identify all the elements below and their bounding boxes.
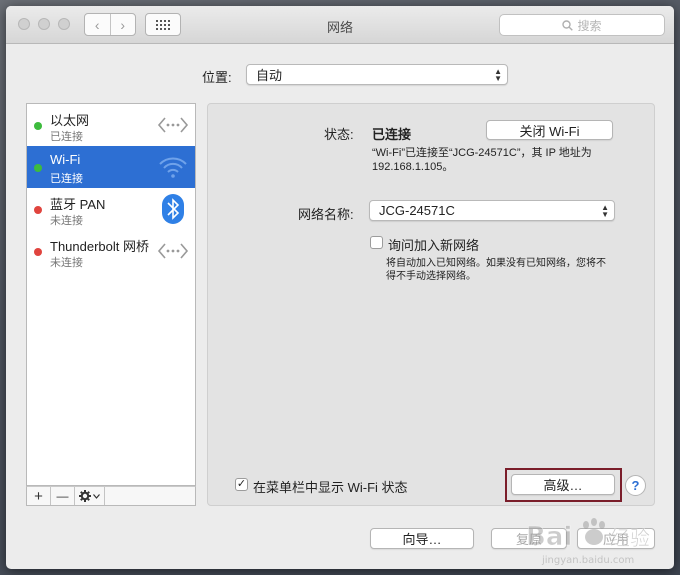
gear-icon <box>79 490 91 502</box>
svg-text:jingyan.baidu.com: jingyan.baidu.com <box>541 555 634 566</box>
status-dot <box>34 122 42 130</box>
apply-button[interactable]: 应用 <box>577 528 655 549</box>
add-service-button[interactable]: + <box>27 487 51 505</box>
service-item-wifi[interactable]: Wi-Fi 已连接 <box>27 146 195 188</box>
thunderbolt-bridge-icon <box>157 235 189 267</box>
show-menubar-label: 在菜单栏中显示 Wi-Fi 状态 <box>253 480 408 495</box>
service-list: 以太网 已连接 Wi-Fi 已连接 蓝牙 PAN 未连接 Thunderbolt… <box>26 103 196 486</box>
ask-join-note-line1: 将自动加入已知网络。如果没有已知网络，您将不 <box>386 258 606 269</box>
gear-menu-button[interactable] <box>75 487 105 505</box>
network-preferences-window: ‹ › 网络 搜索 位置: 自动 ▲ ▼ 以太网 已连接 Wi-Fi 已连接 蓝… <box>6 6 674 569</box>
status-note-line2: 192.168.1.105。 <box>372 161 454 173</box>
help-button[interactable]: ? <box>625 475 646 496</box>
status-value: 已连接 <box>372 127 412 142</box>
location-label: 位置: <box>202 70 232 85</box>
status-dot <box>34 164 42 172</box>
popup-arrows-icon: ▲ ▼ <box>601 203 609 219</box>
chevron-down-icon <box>93 493 100 499</box>
service-item-thunderbolt-bridge[interactable]: Thunderbolt 网桥 未连接 <box>27 230 195 272</box>
ask-join-label: 询问加入新网络 <box>388 238 480 253</box>
search-placeholder: 搜索 <box>577 18 602 33</box>
search-field[interactable]: 搜索 <box>499 14 665 36</box>
remove-service-button[interactable]: — <box>51 487 75 505</box>
ethernet-icon <box>157 109 189 141</box>
service-name: 蓝牙 PAN <box>50 197 106 212</box>
titlebar: ‹ › 网络 搜索 <box>6 6 674 44</box>
search-icon <box>562 19 574 31</box>
service-list-toolbar: + — <box>26 486 196 506</box>
service-status: 已连接 <box>50 173 83 185</box>
service-status: 未连接 <box>50 257 83 269</box>
service-item-bluetooth-pan[interactable]: 蓝牙 PAN 未连接 <box>27 188 195 230</box>
status-label: 状态: <box>324 127 354 142</box>
service-status: 未连接 <box>50 215 83 227</box>
popup-arrows-icon: ▲ ▼ <box>494 67 502 83</box>
service-name: Wi-Fi <box>50 152 81 167</box>
assistant-button[interactable]: 向导… <box>370 528 474 549</box>
status-note-line1: “Wi-Fi”已连接至“JCG-24571C”，其 IP 地址为 <box>372 147 592 159</box>
service-status: 已连接 <box>50 131 83 143</box>
network-name-value: JCG-24571C <box>379 203 455 218</box>
service-name: Thunderbolt 网桥 <box>50 239 149 254</box>
service-name: 以太网 <box>50 113 90 128</box>
network-name-label: 网络名称: <box>298 207 354 222</box>
bluetooth-icon <box>157 193 189 225</box>
ask-join-note-line2: 得不手动选择网络。 <box>386 271 476 282</box>
turn-off-wifi-button[interactable]: 关闭 Wi-Fi <box>486 120 613 140</box>
network-name-popup[interactable]: JCG-24571C ▲ ▼ <box>369 200 615 221</box>
location-value: 自动 <box>256 68 283 83</box>
service-item-ethernet[interactable]: 以太网 已连接 <box>27 104 195 146</box>
status-dot <box>34 248 42 256</box>
ask-join-checkbox[interactable] <box>370 236 383 249</box>
location-popup[interactable]: 自动 ▲ ▼ <box>246 64 508 85</box>
wifi-icon <box>157 151 189 183</box>
advanced-button[interactable]: 高级… <box>511 474 615 495</box>
show-menubar-checkbox[interactable]: ✓ <box>235 478 248 491</box>
revert-button[interactable]: 复原 <box>491 528 567 549</box>
status-dot <box>34 206 42 214</box>
